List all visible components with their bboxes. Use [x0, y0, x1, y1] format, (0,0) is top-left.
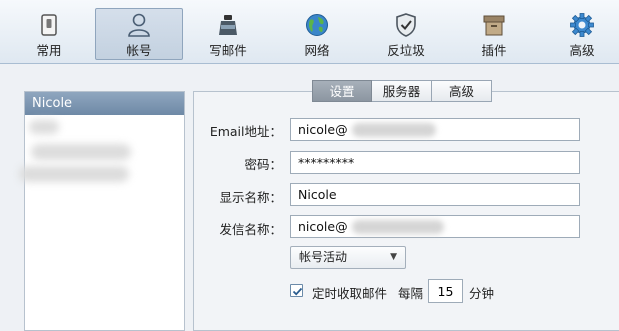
redacted-sender-domain — [352, 220, 444, 234]
chevron-down-icon: ▼ — [390, 252, 397, 262]
auto-receive-label: 定时收取邮件 — [312, 286, 388, 301]
interval-input[interactable] — [428, 279, 463, 303]
sender-name-label: 发信名称： — [219, 222, 282, 237]
toolbar-network[interactable]: 网络 — [273, 8, 361, 60]
tab-advanced[interactable]: 高级 — [432, 80, 492, 102]
auto-receive-checkbox[interactable] — [290, 284, 303, 297]
antispam-shield-icon — [396, 13, 416, 37]
general-switch-icon — [41, 14, 57, 36]
toolbar-antispam-label: 反垃圾 — [387, 43, 425, 58]
redacted-account-2 — [31, 144, 131, 160]
toolbar-advanced[interactable]: 高级 — [538, 8, 619, 60]
toolbar-antispam[interactable]: 反垃圾 — [362, 8, 450, 60]
tab-bar: 设置 服务器 高级 — [312, 80, 492, 102]
account-item-selected[interactable]: Nicole — [25, 92, 184, 115]
every-label: 每隔 — [398, 286, 424, 301]
advanced-gear-icon — [570, 13, 594, 37]
toolbar-network-label: 网络 — [304, 43, 330, 58]
display-name-field[interactable] — [290, 183, 580, 206]
toolbar-compose-label: 写邮件 — [209, 43, 247, 58]
toolbar-general-label: 常用 — [36, 43, 62, 58]
toolbar-plugin[interactable]: 插件 — [450, 8, 538, 60]
toolbar-general[interactable]: 常用 — [5, 8, 93, 60]
toolbar: 常用 帐号 写邮件 网络 反垃圾 插件 高级 — [0, 0, 619, 64]
redacted-email-domain — [352, 123, 436, 137]
account-person-icon — [128, 13, 150, 37]
checkmark-icon — [292, 287, 303, 296]
toolbar-plugin-label: 插件 — [481, 43, 507, 58]
toolbar-advanced-label: 高级 — [569, 43, 595, 58]
account-list: Nicole — [19, 91, 185, 331]
toolbar-account-label: 帐号 — [126, 43, 152, 58]
network-globe-icon — [306, 14, 328, 36]
compose-inkpot-icon — [219, 15, 237, 35]
account-status-dropdown[interactable]: 帐号活动 ▼ — [290, 246, 406, 269]
password-field[interactable] — [290, 151, 580, 174]
toolbar-compose[interactable]: 写邮件 — [184, 8, 272, 60]
tab-server[interactable]: 服务器 — [372, 80, 432, 102]
password-label: 密码： — [244, 157, 282, 172]
redacted-account-3 — [19, 166, 129, 182]
redacted-account-1 — [29, 120, 59, 134]
account-status-value: 帐号活动 — [299, 250, 348, 264]
plugin-box-icon — [483, 15, 505, 36]
toolbar-account[interactable]: 帐号 — [95, 8, 183, 60]
display-name-label: 显示名称： — [219, 190, 282, 205]
tab-settings[interactable]: 设置 — [312, 80, 372, 102]
email-label: Email地址： — [209, 124, 282, 139]
minute-label: 分钟 — [469, 286, 495, 301]
